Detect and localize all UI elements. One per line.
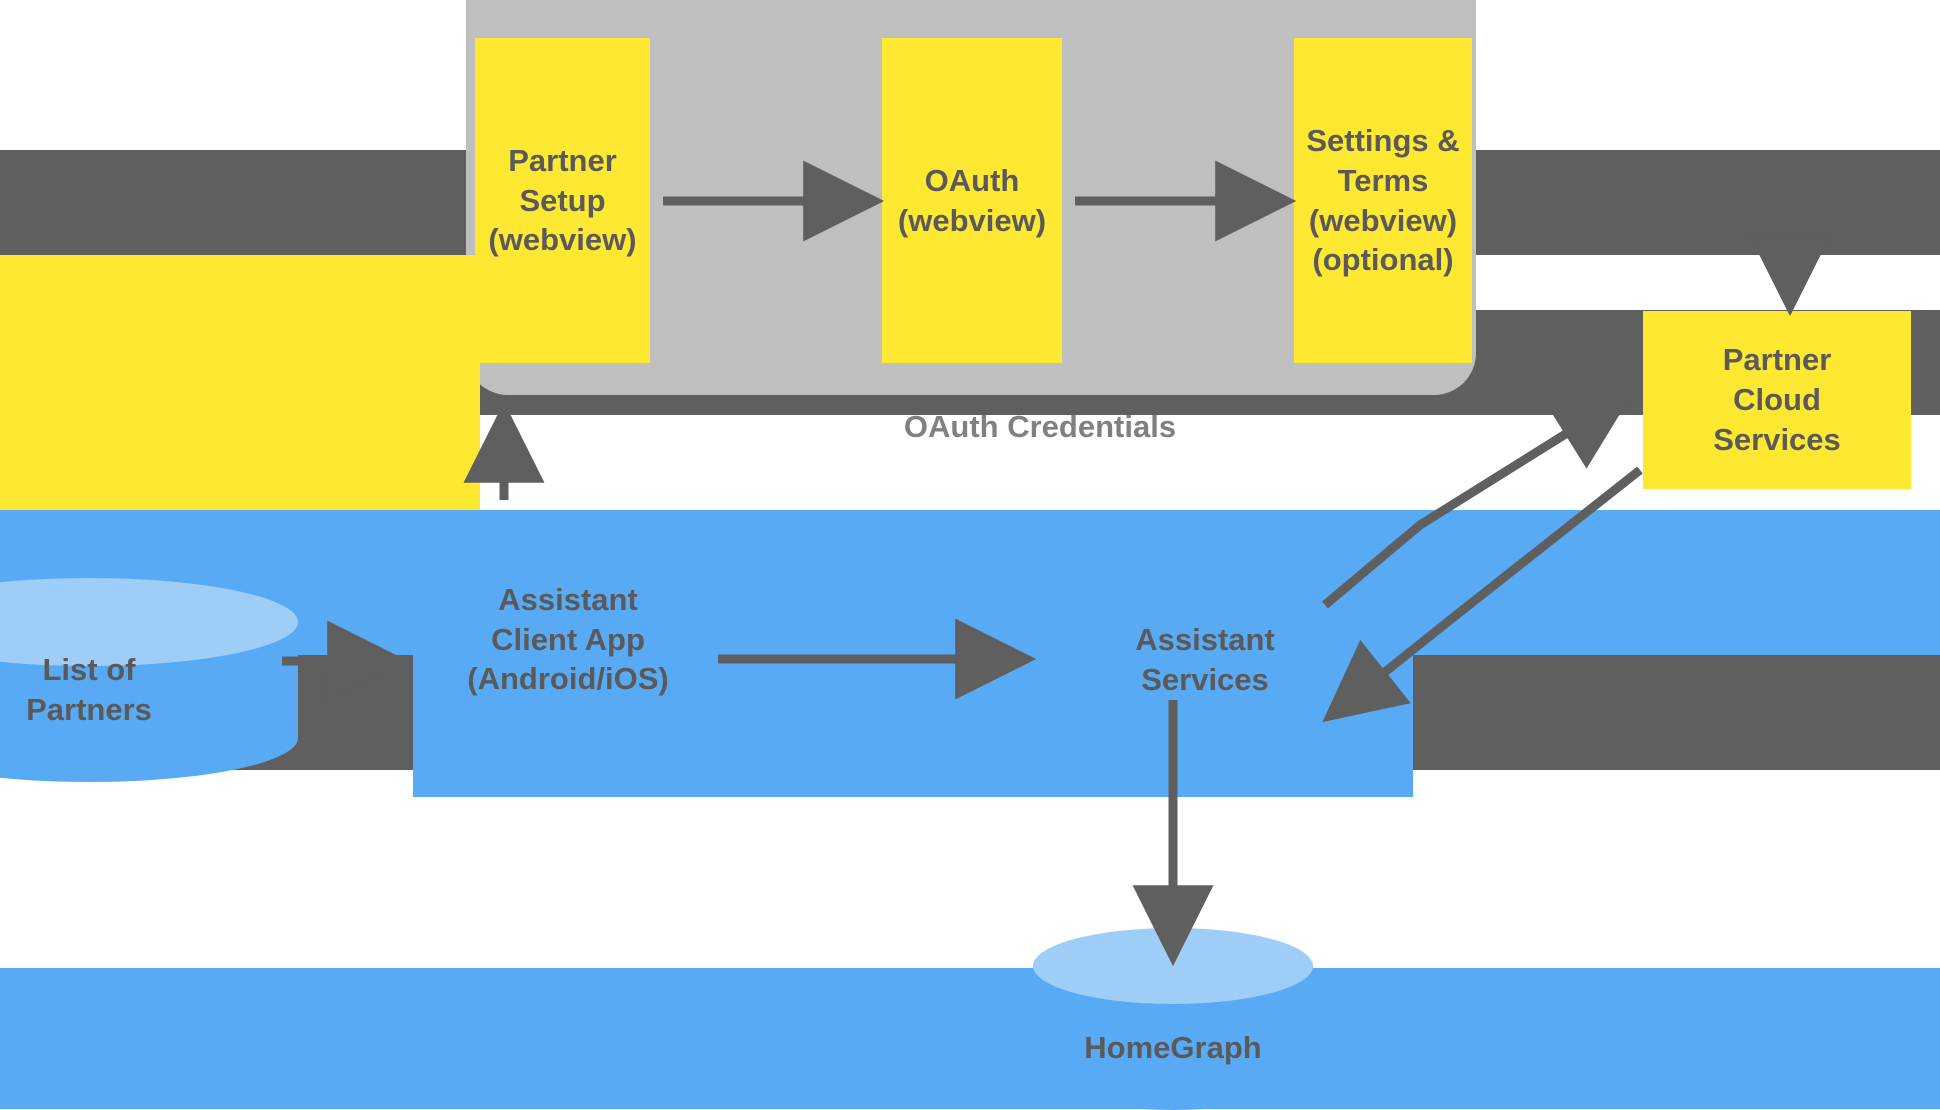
node-list-of-partners-label: List of Partners (26, 652, 152, 727)
node-home-graph-label: HomeGraph (1084, 1030, 1262, 1065)
diagram-canvas: Partner Cloud Services Partner Setup (we… (0, 0, 1940, 1110)
node-settings-terms: Settings & Terms (webview) (optional) (1294, 38, 1472, 363)
node-partner-cloud-services-label: Partner Cloud Services (1713, 342, 1841, 457)
homegraph-tray (0, 968, 1940, 1109)
node-oauth: OAuth (webview) (882, 38, 1062, 363)
node-settings-terms-label: Settings & Terms (webview) (optional) (1306, 123, 1460, 278)
node-partner-setup-label: Partner Setup (webview) (488, 142, 637, 258)
node-assistant-services-label: Assistant Services (1135, 622, 1275, 697)
node-partner-cloud-services: Partner Cloud Services (1643, 311, 1911, 489)
node-home-graph (1033, 928, 1313, 1110)
node-assistant-client-app-label: Assistant Client App (Android/iOS) (467, 582, 669, 697)
node-oauth-label: OAuth (webview) (897, 162, 1047, 238)
home-graph-cylinder-top (1033, 928, 1313, 1004)
node-partner-setup: Partner Setup (webview) (475, 38, 650, 363)
